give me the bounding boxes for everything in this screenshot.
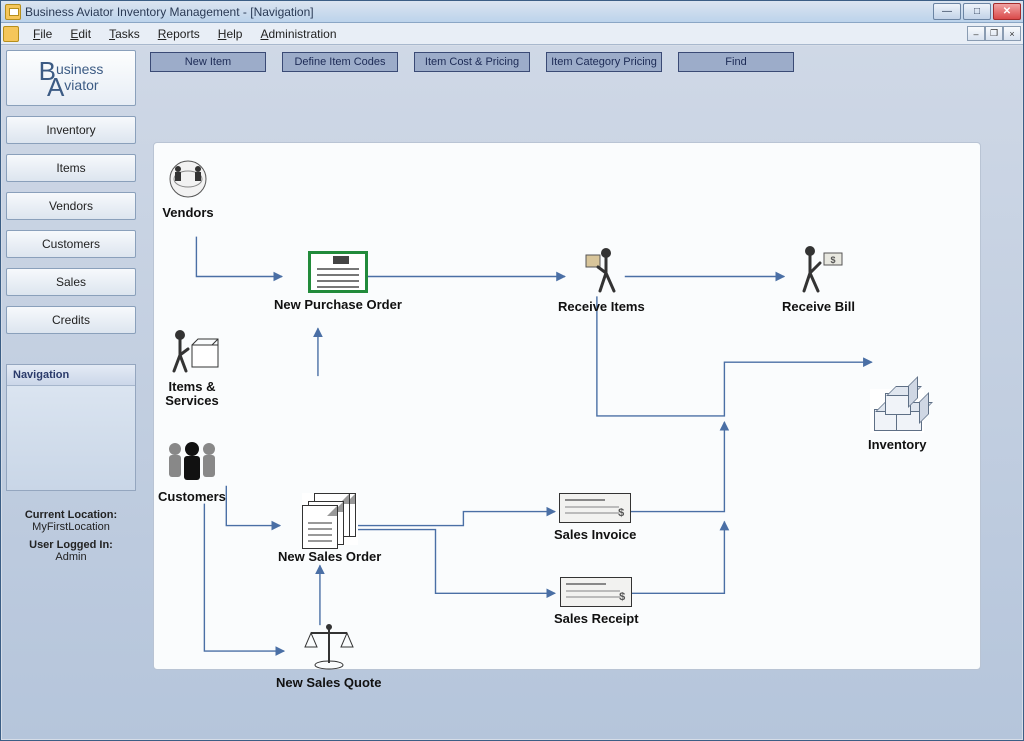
- mdi-minimize-button[interactable]: –: [967, 26, 985, 41]
- mdi-buttons: – ❐ ×: [967, 26, 1023, 41]
- window-buttons: — □ ✕: [933, 3, 1023, 20]
- navigation-panel-title: Navigation: [7, 365, 135, 386]
- toolbar: New Item Define Item Codes Item Cost & P…: [150, 52, 1014, 76]
- new-purchase-order-label: New Purchase Order: [274, 298, 402, 312]
- window-title: Business Aviator Inventory Management - …: [25, 5, 933, 19]
- items-services-node[interactable]: Items & Services: [162, 327, 222, 408]
- receive-items-node[interactable]: Receive Items: [558, 245, 645, 314]
- sales-receipt-label: Sales Receipt: [554, 612, 639, 626]
- sidebar-inventory-button[interactable]: Inventory: [6, 116, 136, 144]
- receive-bill-label: Receive Bill: [782, 300, 855, 314]
- content-area: Business Aviator Inventory Items Vendors…: [2, 46, 1022, 739]
- sidebar-items-button[interactable]: Items: [6, 154, 136, 182]
- sales-receipt-node[interactable]: Sales Receipt: [554, 577, 639, 626]
- mdi-close-button[interactable]: ×: [1003, 26, 1021, 41]
- minimize-button[interactable]: —: [933, 3, 961, 20]
- navigation-panel: Navigation: [6, 364, 136, 491]
- current-location-value: MyFirstLocation: [32, 521, 110, 533]
- find-button[interactable]: Find: [678, 52, 794, 72]
- menu-reports[interactable]: Reports: [150, 25, 208, 43]
- navigation-panel-body: [7, 386, 135, 490]
- user-logged-in-label: User Logged In:: [6, 539, 136, 551]
- inventory-node[interactable]: Inventory: [868, 389, 927, 452]
- sales-invoice-label: Sales Invoice: [554, 528, 636, 542]
- menu-administration[interactable]: Administration: [252, 25, 344, 43]
- sidebar-credits-button[interactable]: Credits: [6, 306, 136, 334]
- flow-canvas: Vendors New Purchase Order Receive Items: [153, 142, 981, 670]
- menu-tasks[interactable]: Tasks: [101, 25, 148, 43]
- globe-people-icon: [162, 157, 214, 201]
- current-location-label: Current Location:: [6, 509, 136, 521]
- boxes-icon: [870, 389, 924, 433]
- new-purchase-order-node[interactable]: New Purchase Order: [274, 251, 402, 312]
- carry-money-icon: $: [790, 243, 848, 295]
- vendors-label: Vendors: [162, 206, 214, 220]
- receive-items-label: Receive Items: [558, 300, 645, 314]
- close-button[interactable]: ✕: [993, 3, 1021, 20]
- sidebar-sales-button[interactable]: Sales: [6, 268, 136, 296]
- scale-icon: [301, 623, 357, 671]
- items-services-label-1: Items &: [162, 380, 222, 394]
- mdi-restore-button[interactable]: ❐: [985, 26, 1003, 41]
- vendors-node[interactable]: Vendors: [162, 157, 214, 220]
- receipt-icon: [560, 577, 632, 607]
- titlebar: Business Aviator Inventory Management - …: [1, 1, 1023, 23]
- sidebar-customers-button[interactable]: Customers: [6, 230, 136, 258]
- new-item-button[interactable]: New Item: [150, 52, 266, 72]
- receive-bill-node[interactable]: $ Receive Bill: [782, 243, 855, 314]
- menubar: File Edit Tasks Reports Help Administrat…: [1, 23, 1023, 45]
- items-services-label-2: Services: [162, 394, 222, 408]
- logo-text: Business Aviator: [39, 62, 104, 94]
- new-sales-order-node[interactable]: New Sales Order: [278, 493, 381, 564]
- menu-edit[interactable]: Edit: [62, 25, 99, 43]
- item-category-pricing-button[interactable]: Item Category Pricing: [546, 52, 662, 72]
- sales-invoice-node[interactable]: Sales Invoice: [554, 493, 636, 542]
- customers-label: Customers: [158, 490, 226, 504]
- define-item-codes-button[interactable]: Define Item Codes: [282, 52, 398, 72]
- maximize-button[interactable]: □: [963, 3, 991, 20]
- app-icon: [5, 4, 21, 20]
- carry-box-icon: [576, 245, 626, 295]
- purchase-order-icon: [308, 251, 368, 293]
- item-cost-pricing-button[interactable]: Item Cost & Pricing: [414, 52, 530, 72]
- user-logged-in-value: Admin: [55, 551, 86, 563]
- invoice-icon: [559, 493, 631, 523]
- new-sales-quote-label: New Sales Quote: [276, 676, 381, 690]
- inventory-label: Inventory: [868, 438, 927, 452]
- customers-node[interactable]: Customers: [158, 439, 226, 504]
- logo: Business Aviator: [6, 50, 136, 106]
- menu-file[interactable]: File: [25, 25, 60, 43]
- menu-help[interactable]: Help: [210, 25, 251, 43]
- status-block: Current Location: MyFirstLocation: [6, 509, 136, 533]
- sidebar-vendors-button[interactable]: Vendors: [6, 192, 136, 220]
- app-window: Business Aviator Inventory Management - …: [0, 0, 1024, 741]
- new-sales-quote-node[interactable]: New Sales Quote: [276, 623, 381, 690]
- sidebar: Business Aviator Inventory Items Vendors…: [6, 50, 136, 735]
- person-box-icon: [162, 327, 222, 375]
- people-group-icon: [159, 439, 225, 485]
- new-sales-order-label: New Sales Order: [278, 550, 381, 564]
- status-block-user: User Logged In: Admin: [6, 539, 136, 563]
- documents-icon: [302, 493, 358, 545]
- menubar-icon: [3, 26, 19, 42]
- svg-text:$: $: [830, 255, 835, 265]
